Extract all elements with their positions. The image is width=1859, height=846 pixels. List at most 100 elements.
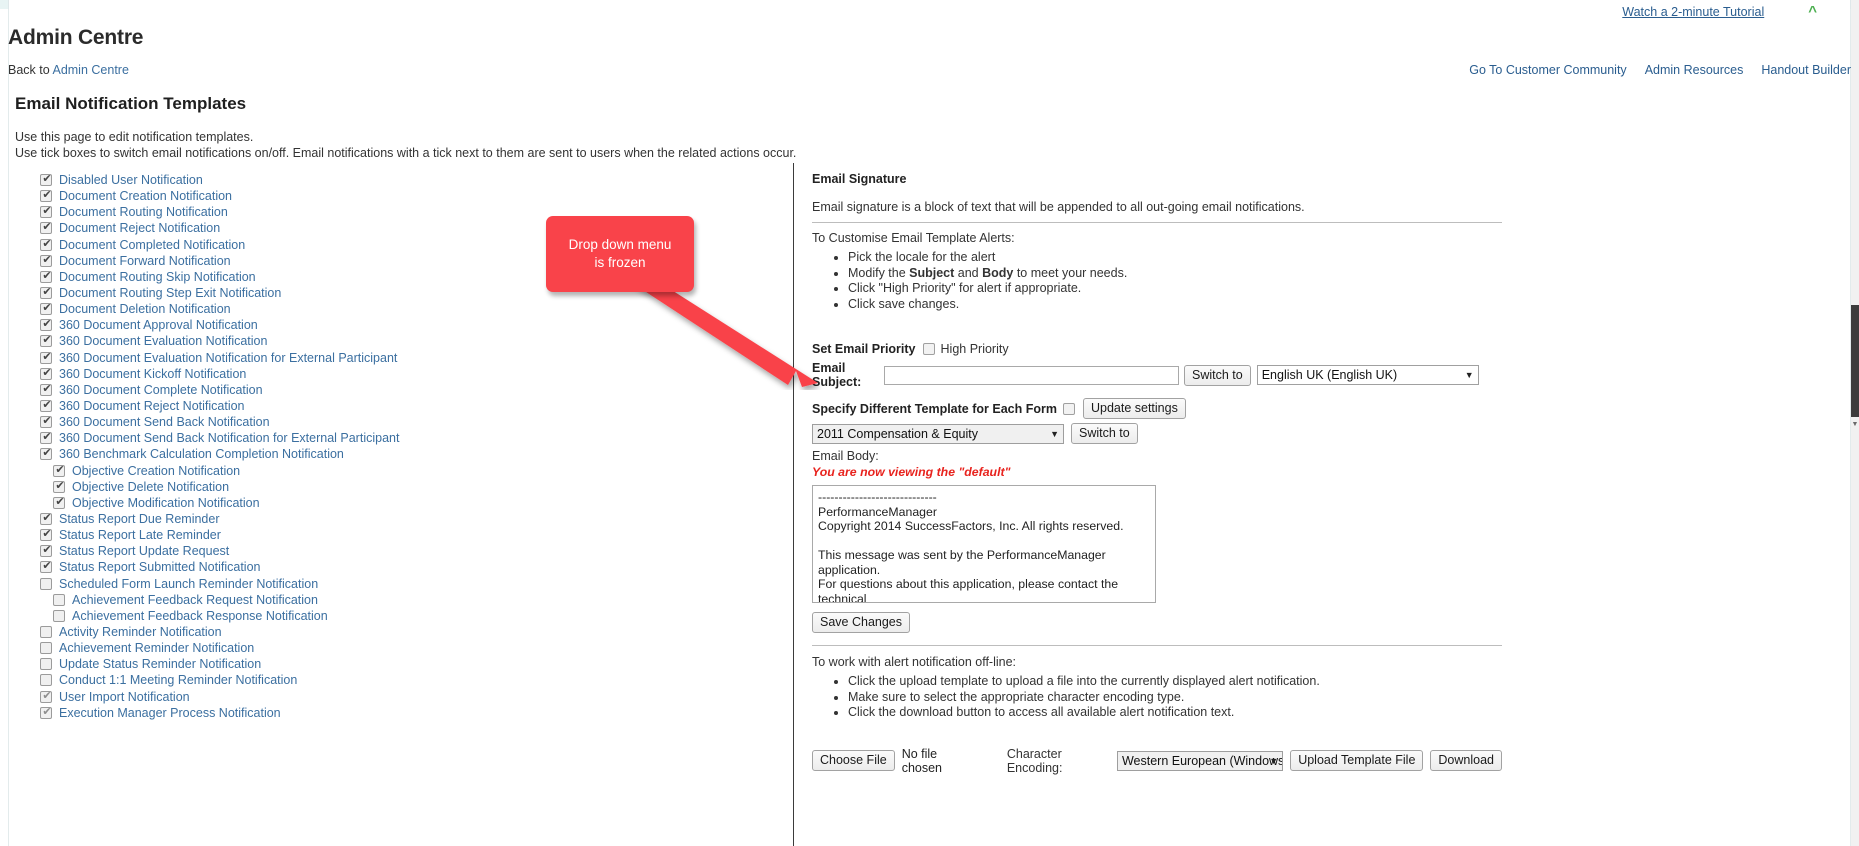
upload-template-file-button[interactable]: Upload Template File bbox=[1290, 750, 1424, 771]
notification-label[interactable]: Status Report Update Request bbox=[59, 543, 229, 559]
notification-checkbox[interactable] bbox=[40, 398, 53, 413]
notification-label[interactable]: Document Forward Notification bbox=[59, 253, 231, 269]
notification-checkbox[interactable] bbox=[40, 172, 53, 187]
notification-checkbox[interactable] bbox=[40, 220, 53, 235]
notification-label[interactable]: Status Report Submitted Notification bbox=[59, 559, 261, 575]
notification-label[interactable]: Document Routing Step Exit Notification bbox=[59, 285, 281, 301]
form-template-select[interactable]: 2011 Compensation & Equity ▼ bbox=[812, 423, 1064, 444]
save-changes-button[interactable]: Save Changes bbox=[812, 612, 911, 633]
notification-checkbox[interactable] bbox=[40, 674, 52, 687]
notification-checkbox[interactable] bbox=[53, 479, 66, 493]
notification-label[interactable]: Achievement Reminder Notification bbox=[59, 640, 254, 656]
no-file-chosen-text: No file chosen bbox=[901, 746, 943, 775]
notification-label[interactable]: Document Deletion Notification bbox=[59, 301, 231, 317]
notification-label[interactable]: 360 Benchmark Calculation Completion Not… bbox=[59, 446, 344, 462]
intro-line-1: Use this page to edit notification templ… bbox=[15, 130, 254, 144]
notification-checkbox[interactable] bbox=[40, 301, 53, 316]
notification-checkbox[interactable] bbox=[40, 414, 53, 429]
update-settings-button[interactable]: Update settings bbox=[1082, 398, 1186, 419]
notification-checkbox[interactable] bbox=[40, 269, 53, 283]
notification-checkbox[interactable] bbox=[40, 705, 53, 719]
viewing-default-warning: You are now viewing the "default" bbox=[812, 465, 1011, 479]
notification-label[interactable]: Execution Manager Process Notification bbox=[59, 705, 281, 721]
notification-label[interactable]: 360 Document Approval Notification bbox=[59, 317, 258, 333]
notification-checkbox[interactable] bbox=[40, 577, 52, 590]
notification-checkbox[interactable] bbox=[40, 350, 53, 364]
notification-item: 360 Document Approval Notification bbox=[40, 317, 460, 333]
notification-label[interactable]: Conduct 1:1 Meeting Reminder Notificatio… bbox=[59, 672, 297, 688]
notification-checkbox[interactable] bbox=[40, 658, 52, 671]
notification-label[interactable]: 360 Document Reject Notification bbox=[59, 398, 245, 414]
switch-to-locale-button[interactable]: Switch to bbox=[1184, 364, 1251, 386]
notification-label[interactable]: Status Report Late Reminder bbox=[59, 527, 221, 543]
notification-label[interactable]: User Import Notification bbox=[59, 689, 190, 705]
notification-label[interactable]: Update Status Reminder Notification bbox=[59, 656, 261, 672]
notification-label[interactable]: Document Creation Notification bbox=[59, 188, 232, 204]
notification-checkbox[interactable] bbox=[53, 593, 65, 606]
locale-select[interactable]: English UK (English UK) ▼ bbox=[1256, 365, 1479, 385]
notification-item: Document Routing Skip Notification bbox=[40, 269, 460, 285]
breadcrumb-link-admin-centre[interactable]: Admin Centre bbox=[52, 63, 128, 77]
notification-label[interactable]: Objective Creation Notification bbox=[72, 463, 240, 479]
notification-label[interactable]: 360 Document Complete Notification bbox=[59, 382, 263, 398]
notification-checkbox[interactable] bbox=[53, 463, 66, 477]
notification-checkbox[interactable] bbox=[40, 642, 52, 655]
notification-checkbox[interactable] bbox=[40, 430, 53, 445]
high-priority-checkbox[interactable] bbox=[922, 343, 935, 355]
download-button[interactable]: Download bbox=[1430, 750, 1502, 771]
switch-to-form-button[interactable]: Switch to bbox=[1071, 423, 1138, 444]
vertical-scrollbar-track[interactable]: ▼ bbox=[1851, 0, 1859, 846]
notification-checkbox[interactable] bbox=[40, 559, 53, 574]
notification-checkbox[interactable] bbox=[40, 317, 53, 332]
notification-label[interactable]: Disabled User Notification bbox=[59, 172, 203, 188]
notification-checkbox[interactable] bbox=[40, 285, 53, 300]
nav-admin-resources[interactable]: Admin Resources bbox=[1645, 63, 1744, 77]
notification-checkbox[interactable] bbox=[40, 366, 53, 380]
notification-checkbox[interactable] bbox=[53, 609, 65, 622]
email-subject-row: Email Subject: Switch to English UK (Eng… bbox=[812, 361, 1502, 389]
notification-label[interactable]: Achievement Feedback Response Notificati… bbox=[72, 608, 328, 624]
notification-checkbox[interactable] bbox=[40, 333, 53, 348]
notification-checkbox[interactable] bbox=[40, 626, 52, 638]
choose-file-button[interactable]: Choose File bbox=[812, 750, 895, 771]
notification-label[interactable]: Scheduled Form Launch Reminder Notificat… bbox=[59, 576, 318, 592]
nav-handout-builder[interactable]: Handout Builder bbox=[1761, 63, 1851, 77]
notification-label[interactable]: Activity Reminder Notification bbox=[59, 624, 222, 640]
notification-label[interactable]: Status Report Due Reminder bbox=[59, 511, 220, 527]
notification-label[interactable]: Document Reject Notification bbox=[59, 220, 220, 236]
notification-label[interactable]: 360 Document Kickoff Notification bbox=[59, 366, 246, 382]
notification-label[interactable]: 360 Document Send Back Notification bbox=[59, 414, 270, 430]
notification-checkbox[interactable] bbox=[40, 511, 53, 526]
notification-checkbox[interactable] bbox=[40, 446, 53, 461]
notification-label[interactable]: Document Routing Skip Notification bbox=[59, 269, 256, 285]
notification-label[interactable]: Document Routing Notification bbox=[59, 204, 228, 220]
notification-label[interactable]: 360 Document Evaluation Notification bbox=[59, 333, 267, 349]
callout-tooltip: Drop down menu is frozen bbox=[546, 216, 694, 292]
notification-label[interactable]: Objective Modification Notification bbox=[72, 495, 260, 511]
vertical-scrollbar-thumb[interactable] bbox=[1851, 305, 1859, 417]
scroll-down-arrow-icon[interactable]: ▼ bbox=[1851, 420, 1859, 430]
email-body-textarea[interactable]: ----------------------------- Performanc… bbox=[812, 485, 1156, 603]
notification-label[interactable]: Achievement Feedback Request Notificatio… bbox=[72, 592, 318, 608]
notification-item: Objective Delete Notification bbox=[40, 479, 460, 495]
chevron-up-icon[interactable]: ^ bbox=[1808, 4, 1817, 19]
notification-checkbox[interactable] bbox=[53, 495, 66, 509]
notification-label[interactable]: Objective Delete Notification bbox=[72, 479, 229, 495]
notification-label[interactable]: 360 Document Send Back Notification for … bbox=[59, 430, 399, 446]
notification-checkbox[interactable] bbox=[40, 188, 53, 203]
notification-checkbox[interactable] bbox=[40, 204, 53, 219]
watch-tutorial-link[interactable]: Watch a 2-minute Tutorial bbox=[1622, 5, 1764, 19]
notification-label[interactable]: 360 Document Evaluation Notification for… bbox=[59, 350, 397, 366]
notification-checkbox[interactable] bbox=[40, 689, 53, 703]
notification-label[interactable]: Document Completed Notification bbox=[59, 237, 245, 253]
divider-top bbox=[812, 222, 1502, 223]
character-encoding-select[interactable]: Western European (Windows/ISO) ▼ bbox=[1116, 750, 1284, 771]
nav-customer-community[interactable]: Go To Customer Community bbox=[1469, 63, 1626, 77]
per-form-checkbox[interactable] bbox=[1062, 402, 1075, 415]
email-subject-input[interactable] bbox=[884, 365, 1179, 385]
notification-checkbox[interactable] bbox=[40, 543, 53, 558]
notification-checkbox[interactable] bbox=[40, 382, 53, 396]
notification-checkbox[interactable] bbox=[40, 253, 53, 267]
notification-checkbox[interactable] bbox=[40, 237, 53, 251]
notification-checkbox[interactable] bbox=[40, 527, 53, 542]
